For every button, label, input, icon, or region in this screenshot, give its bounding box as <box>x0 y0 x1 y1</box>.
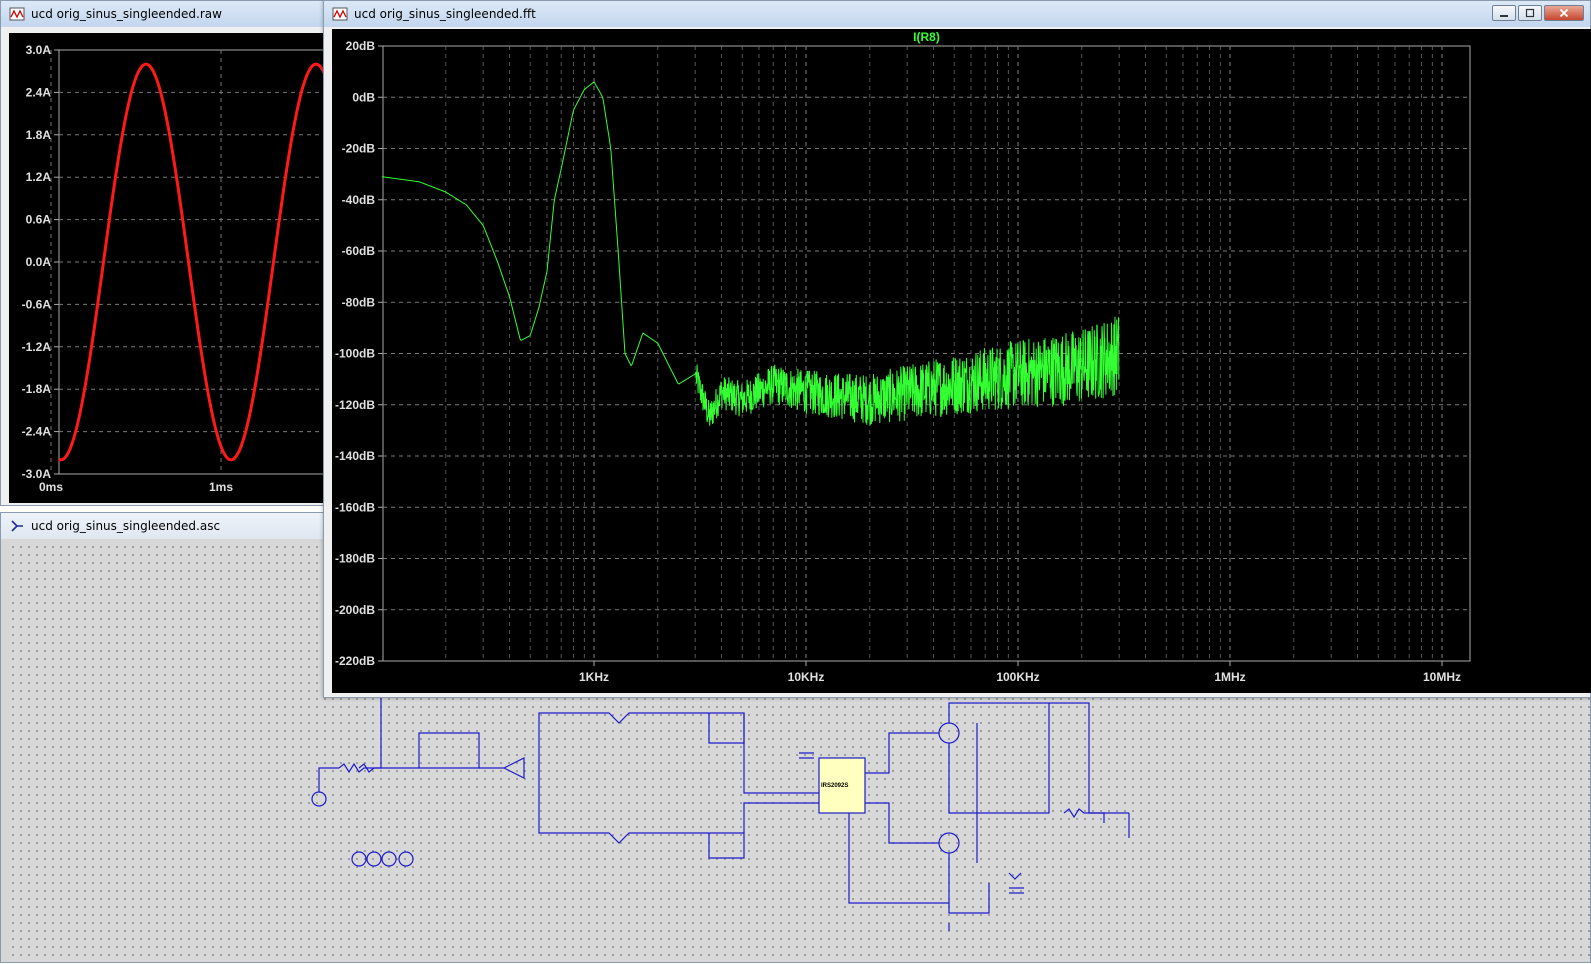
maximize-button[interactable] <box>1518 5 1542 21</box>
y-tick-label: 0dB <box>352 90 375 104</box>
fft-window-titlebar[interactable]: ucd orig_sinus_singleended.fft <box>324 1 1590 27</box>
low-side-mosfet[interactable] <box>938 832 960 854</box>
supply-source-2[interactable] <box>366 851 382 867</box>
y-tick-label: 1.8A <box>26 128 52 142</box>
y-tick-label: -40dB <box>342 193 376 207</box>
x-tick-label: 1ms <box>209 480 233 494</box>
high-side-mosfet[interactable] <box>938 722 960 744</box>
y-tick-label: -1.2A <box>22 340 52 354</box>
y-tick-label: 2.4A <box>26 85 52 99</box>
fft-plot-window[interactable]: ucd orig_sinus_singleended.fft 20dB 0dB -2… <box>323 0 1591 698</box>
y-tick-label: -0.6A <box>22 297 52 311</box>
voltage-source[interactable] <box>311 791 327 807</box>
restore-icon <box>1525 8 1535 18</box>
y-tick-label: 0.6A <box>26 213 52 227</box>
y-tick-label: -1.8A <box>22 382 52 396</box>
y-tick-label: -140dB <box>335 449 375 463</box>
y-tick-label: 0.0A <box>26 255 52 269</box>
raw-plot-area[interactable]: 3.0A 2.4A 1.8A 1.2A 0.6A 0.0A -0.6A -1.2A -1.8A -… <box>9 33 335 503</box>
y-tick-label: 20dB <box>346 39 376 53</box>
schematic-icon <box>11 520 23 532</box>
supply-source-1[interactable] <box>351 851 367 867</box>
raw-plot-window[interactable]: ucd orig_sinus_singleended.raw 3.0A 2.4A 1… <box>0 0 335 506</box>
close-button[interactable] <box>1544 5 1584 21</box>
raw-window-title: ucd orig_sinus_singleended.raw <box>31 7 222 21</box>
y-tick-label: -120dB <box>335 398 375 412</box>
minimize-icon <box>1500 15 1508 17</box>
y-tick-label: -160dB <box>335 500 375 514</box>
close-icon <box>1559 8 1569 18</box>
trace-label: I(R8) <box>913 30 940 44</box>
x-tick-label: 0ms <box>39 480 63 494</box>
y-tick-label: -220dB <box>335 654 375 668</box>
supply-source-3[interactable] <box>381 851 397 867</box>
x-tick-label: 100KHz <box>996 670 1039 684</box>
y-tick-label: -80dB <box>342 295 376 309</box>
y-tick-label: 3.0A <box>26 43 52 57</box>
x-tick-label: 1MHz <box>1214 670 1245 684</box>
schematic-window-title: ucd orig_sinus_singleended.asc <box>31 519 221 533</box>
spectrum-trace <box>381 81 1120 426</box>
x-tick-label: 10MHz <box>1423 670 1461 684</box>
y-tick-label: -200dB <box>335 603 375 617</box>
fft-window-title: ucd orig_sinus_singleended.fft <box>354 7 536 21</box>
y-tick-label: -3.0A <box>22 467 52 481</box>
y-tick-label: -180dB <box>335 552 375 566</box>
x-tick-label: 1KHz <box>579 670 609 684</box>
y-tick-label: 1.2A <box>26 170 52 184</box>
driver-ic-label: IRS2092S <box>821 783 848 789</box>
fft-chart: 20dB 0dB -20dB -40dB -60dB -80dB -100dB -120dB -… <box>335 30 1471 684</box>
raw-window-titlebar[interactable]: ucd orig_sinus_singleended.raw <box>1 1 334 27</box>
raw-chart: 3.0A 2.4A 1.8A 1.2A 0.6A 0.0A -0.6A -1.2A -1.8A -… <box>22 43 335 494</box>
waveform-icon <box>9 7 25 21</box>
y-tick-label: -2.4A <box>22 425 52 439</box>
x-tick-label: 10KHz <box>788 670 825 684</box>
y-tick-label: -20dB <box>342 142 376 156</box>
waveform-icon <box>332 7 348 21</box>
y-tick-label: -60dB <box>342 244 376 258</box>
supply-source-4[interactable] <box>398 851 414 867</box>
y-tick-label: -100dB <box>335 347 375 361</box>
fft-plot-area[interactable]: 20dB 0dB -20dB -40dB -60dB -80dB -100dB -120dB -… <box>332 29 1591 693</box>
minimize-button[interactable] <box>1492 5 1516 21</box>
opamp-symbol[interactable] <box>479 757 525 779</box>
